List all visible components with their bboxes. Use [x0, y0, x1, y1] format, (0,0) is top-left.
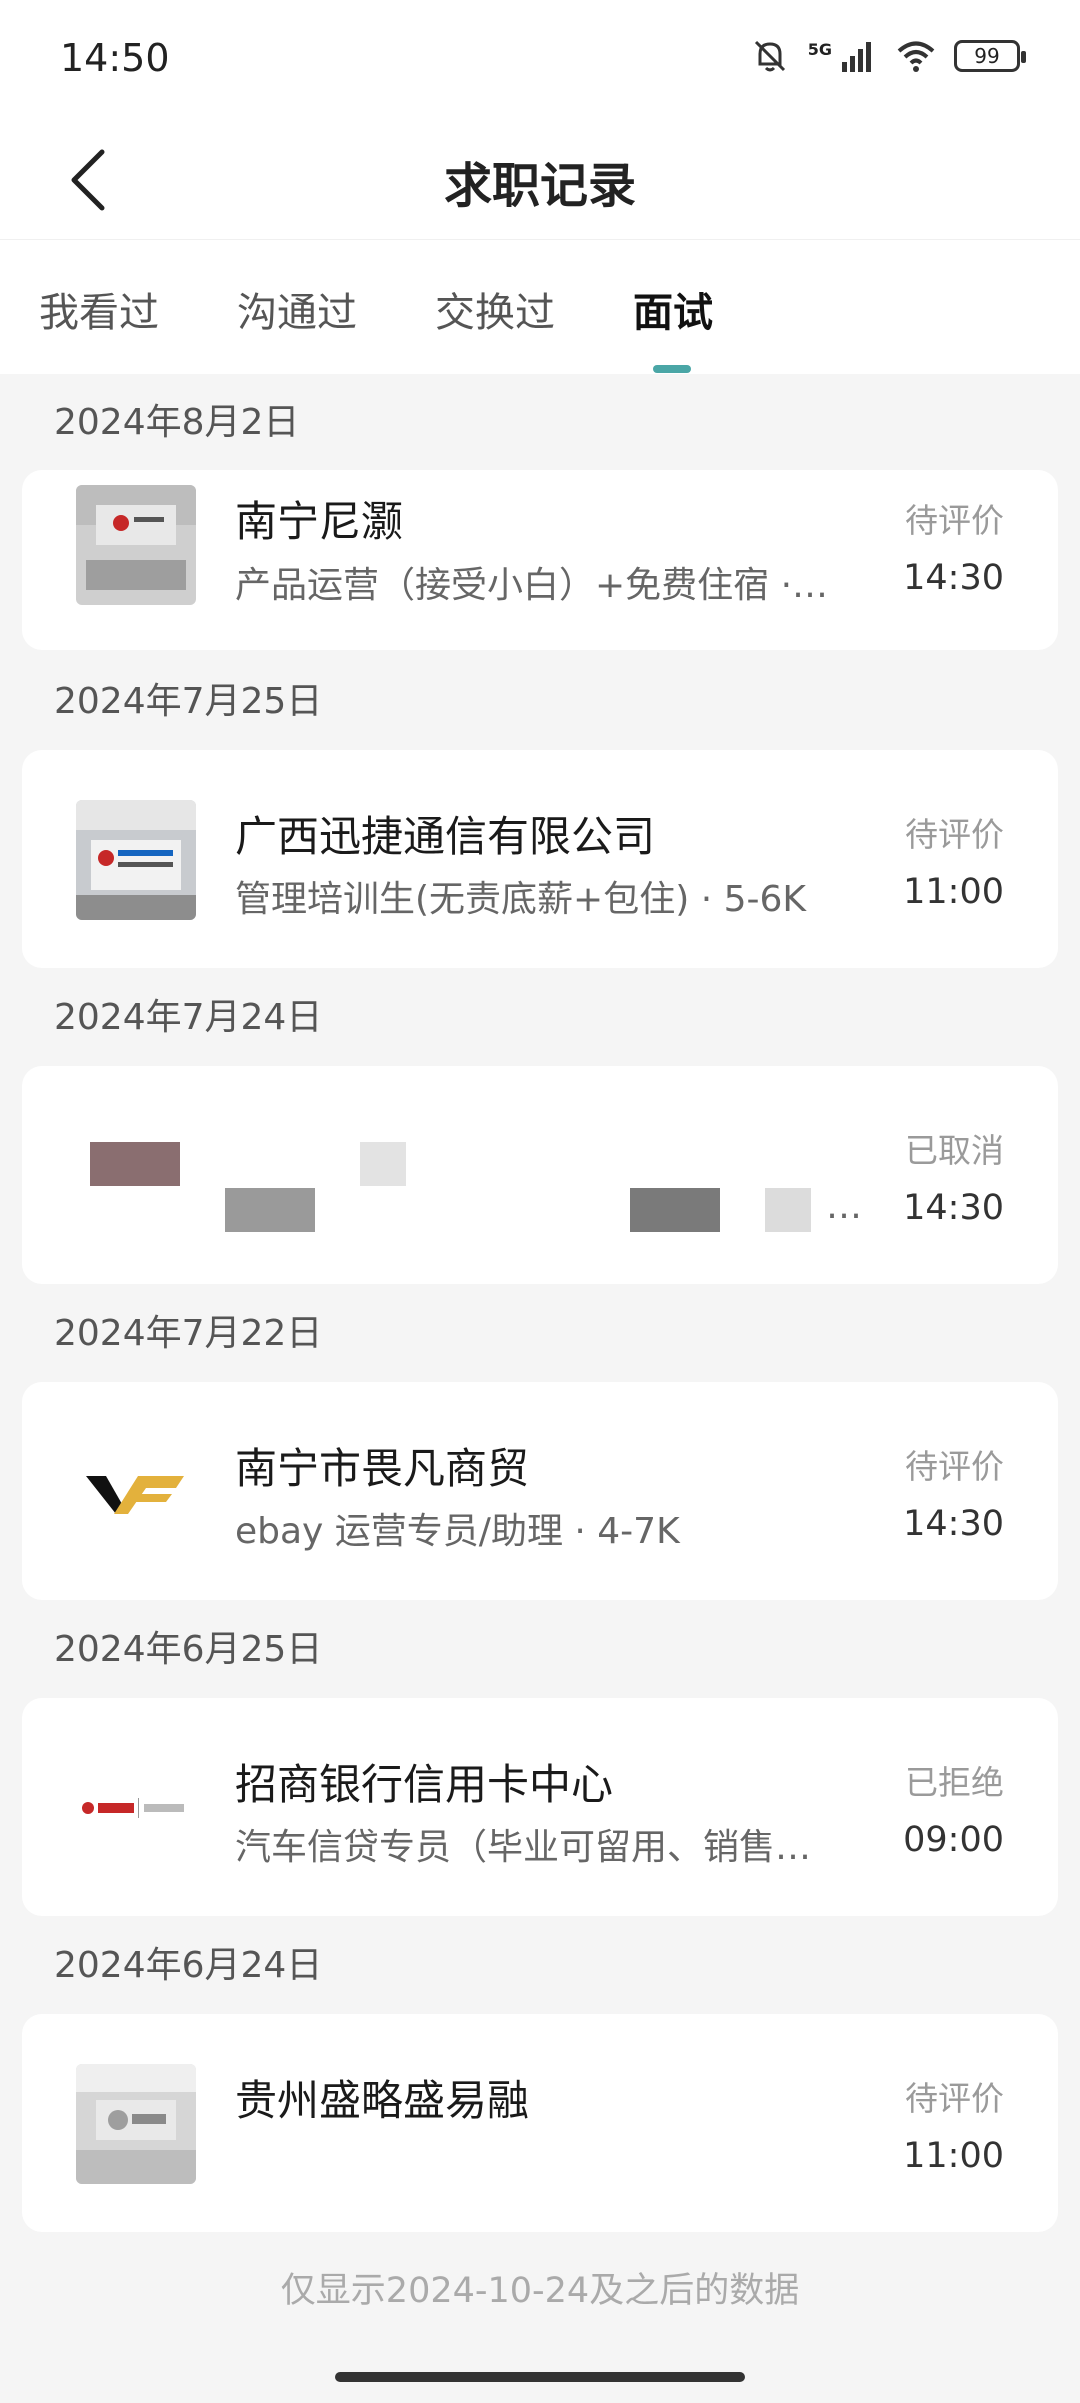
- tab-viewed[interactable]: 我看过: [39, 280, 159, 338]
- job-title: ebay 运营专员/助理 · 4-7K: [235, 1511, 680, 1552]
- redacted-block: [225, 1188, 315, 1232]
- home-indicator[interactable]: [335, 2372, 745, 2382]
- job-title: 管理培训生(无责底薪+包住) · 5-6K: [235, 879, 806, 920]
- interview-time: 11:00: [903, 2136, 1004, 2176]
- job-title: 产品运营（接受小白）+免费住宿 ·…: [235, 565, 829, 606]
- interview-time: 09:00: [903, 1820, 1004, 1860]
- network-type: 5G: [807, 39, 832, 59]
- date-label: 2024年6月24日: [54, 1945, 323, 1986]
- status-text: 待评价: [905, 815, 1004, 854]
- status-text: 待评价: [905, 501, 1004, 540]
- status-time: 14:50: [60, 36, 170, 80]
- date-label: 2024年7月24日: [54, 997, 323, 1038]
- status-text: 已取消: [905, 1131, 1004, 1170]
- redacted-block: [90, 1142, 180, 1186]
- interview-card[interactable]: … 已取消 14:30: [22, 1066, 1058, 1284]
- date-label: 2024年8月2日: [54, 402, 300, 443]
- battery-icon: 99: [954, 40, 1026, 72]
- interview-time: 11:00: [903, 872, 1004, 912]
- interview-time: 14:30: [903, 558, 1004, 598]
- status-text: 待评价: [905, 1447, 1004, 1486]
- redacted-block: [630, 1188, 720, 1232]
- data-range-note: 仅显示2024-10-24及之后的数据: [280, 2271, 800, 2311]
- interview-card[interactable]: 广西迅捷通信有限公司 管理培训生(无责底薪+包住) · 5-6K 待评价 11:…: [22, 750, 1058, 968]
- redacted-block: [765, 1188, 811, 1232]
- interview-time: 14:30: [903, 1504, 1004, 1544]
- page-title: 求职记录: [443, 158, 636, 214]
- interview-card[interactable]: 招商银行信用卡中心 汽车信贷专员（毕业可留用、销售… 已拒绝 09:00: [22, 1698, 1058, 1916]
- tab-communicated[interactable]: 沟通过: [237, 280, 357, 338]
- company-logo: [76, 800, 196, 920]
- company-logo: [76, 1748, 196, 1868]
- interview-time: 14:30: [903, 1188, 1004, 1228]
- company-name: 南宁尼灏: [235, 497, 404, 546]
- status-bar: 14:50 5G 99: [0, 0, 1080, 120]
- company-name: 贵州盛略盛易融: [235, 2076, 530, 2125]
- date-label: 2024年7月25日: [54, 681, 323, 722]
- interview-card[interactable]: 南宁市畏凡商贸 ebay 运营专员/助理 · 4-7K 待评价 14:30: [22, 1382, 1058, 1600]
- interview-card[interactable]: 贵州盛略盛易融 待评价 11:00: [22, 2014, 1058, 2232]
- company-name: 招商银行信用卡中心: [235, 1760, 614, 1809]
- company-name: 广西迅捷通信有限公司: [235, 812, 656, 861]
- company-name: 南宁市畏凡商贸: [235, 1444, 530, 1493]
- status-text: 待评价: [905, 2079, 1004, 2118]
- header: 求职记录: [0, 120, 1080, 240]
- tab-exchanged[interactable]: 交换过: [435, 280, 555, 338]
- signal-icon: [842, 42, 871, 72]
- company-logo: [76, 2064, 196, 2184]
- date-label: 2024年7月22日: [54, 1313, 323, 1354]
- job-title: 汽车信贷专员（毕业可留用、销售…: [235, 1827, 812, 1868]
- interview-card[interactable]: 南宁尼灏 产品运营（接受小白）+免费住宿 ·… 待评价 14:30: [22, 470, 1058, 650]
- company-logo: [76, 1432, 196, 1552]
- tab-bar: 我看过 沟通过 交换过 面试: [0, 240, 1080, 374]
- tab-active-indicator: [653, 365, 691, 373]
- redacted-block: [360, 1142, 406, 1186]
- status-text: 已拒绝: [905, 1763, 1004, 1802]
- job-title: …: [826, 1186, 862, 1227]
- wifi-icon: [897, 41, 935, 72]
- status-icons: 5G 99: [750, 36, 1026, 76]
- date-label: 2024年6月25日: [54, 1629, 323, 1670]
- company-logo: [76, 485, 196, 605]
- tab-interview[interactable]: 面试: [633, 280, 713, 338]
- mute-bell-icon: [754, 40, 785, 72]
